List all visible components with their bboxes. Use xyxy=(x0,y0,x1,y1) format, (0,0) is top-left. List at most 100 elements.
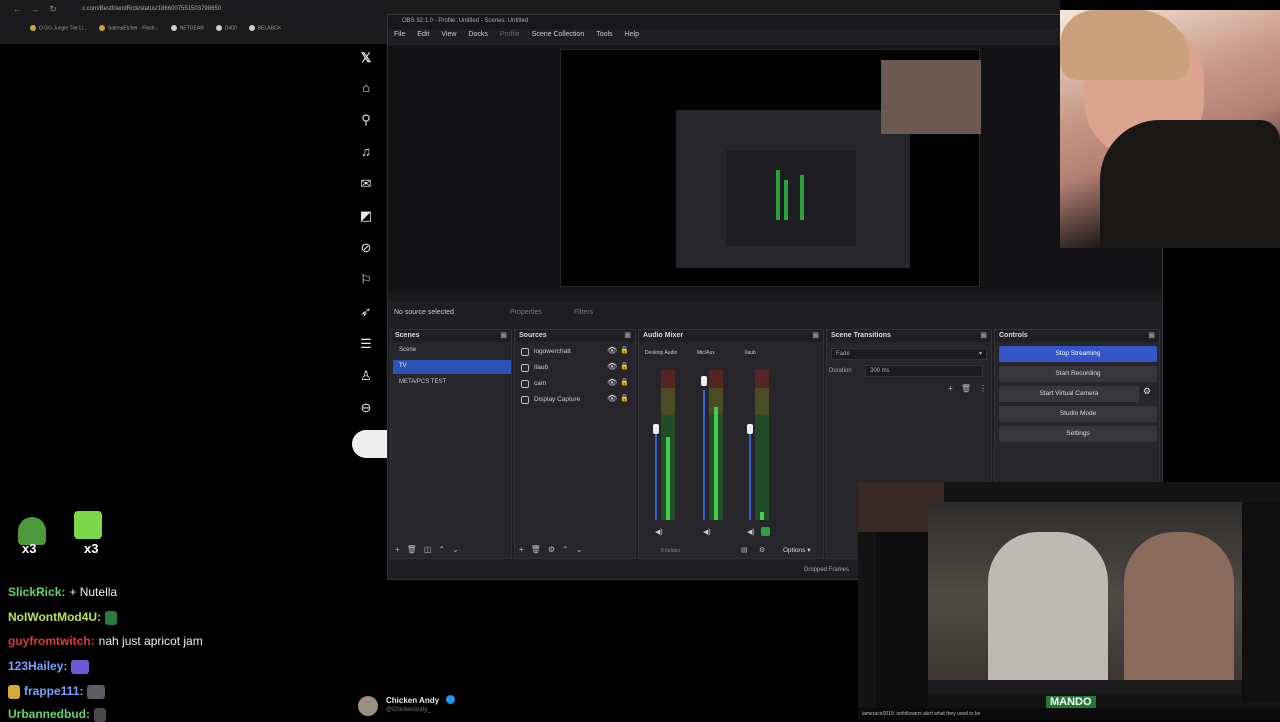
chevron-up-icon[interactable]: ⌃ xyxy=(562,545,569,554)
messages-icon[interactable]: ✉ xyxy=(358,176,374,192)
dock-float-icon[interactable]: ▣ xyxy=(624,331,631,339)
dock-float-icon[interactable]: ▣ xyxy=(980,331,987,339)
lock-icon[interactable]: 🔒 xyxy=(620,362,629,370)
menu-help[interactable]: Help xyxy=(625,31,639,43)
filters-button[interactable]: Filters xyxy=(574,309,593,316)
dock-float-icon[interactable]: ▣ xyxy=(1148,331,1155,339)
volume-fader[interactable] xyxy=(749,430,751,520)
fader-handle[interactable] xyxy=(747,424,753,434)
chat-username[interactable]: Urbannedbud: xyxy=(8,707,90,721)
program-preview[interactable] xyxy=(560,49,981,287)
author-name[interactable]: Chicken Andy xyxy=(386,696,439,705)
lists-icon[interactable]: ☰ xyxy=(358,336,374,352)
source-item[interactable]: logowerchatt 👁 🔒 xyxy=(519,346,633,360)
bookmark-item[interactable]: BELABOX xyxy=(248,24,281,31)
lock-icon[interactable]: 🔒 xyxy=(620,378,629,386)
tweet-author[interactable]: Chicken Andy @ChickenAndy_ xyxy=(358,694,498,718)
menu-scene-collection[interactable]: Scene Collection xyxy=(532,31,585,43)
search-icon[interactable]: ⚲ xyxy=(358,112,374,128)
sources-toolbar: + 🗑 ⚙ ⌃ ⌄ xyxy=(519,545,582,554)
chat-username[interactable]: 123Hailey: xyxy=(8,659,67,673)
speaker-icon[interactable]: ◀) xyxy=(655,528,663,536)
visibility-icon[interactable]: 👁 xyxy=(607,346,617,355)
nested-webcam xyxy=(881,60,981,134)
filter-icon[interactable]: ◫ xyxy=(424,545,432,554)
grok-icon[interactable]: ◩ xyxy=(358,208,374,224)
x-logo-icon[interactable]: 𝕏 xyxy=(358,50,374,66)
dock-float-icon[interactable]: ▣ xyxy=(500,331,507,339)
post-button[interactable] xyxy=(352,430,388,458)
scene-item[interactable]: META/PCS TEST xyxy=(393,376,511,390)
trash-icon[interactable]: 🗑 xyxy=(407,545,417,554)
stop-streaming-button[interactable]: Stop Streaming xyxy=(999,346,1157,362)
fader-handle[interactable] xyxy=(701,376,707,386)
lock-icon[interactable]: 🔒 xyxy=(620,346,629,354)
menu-docks[interactable]: Docks xyxy=(468,31,487,43)
bookmark-item[interactable]: NETGEAR xyxy=(170,24,204,31)
premium-icon[interactable]: ➶ xyxy=(358,304,374,320)
display-source-icon xyxy=(521,396,529,404)
menu-file[interactable]: File xyxy=(394,31,405,43)
trash-icon[interactable]: 🗑 xyxy=(531,545,541,554)
scene-item[interactable]: TV xyxy=(393,360,511,374)
bookmark-item[interactable]: D400 xyxy=(215,24,237,31)
address-bar[interactable]: x.com/BestfriendRick/status/186600755150… xyxy=(62,3,392,16)
speaker-icon[interactable]: ◀) xyxy=(703,528,711,536)
chat-username[interactable]: NoIWontMod4U: xyxy=(8,610,101,624)
start-recording-button[interactable]: Start Recording xyxy=(999,366,1157,382)
visibility-icon[interactable]: 👁 xyxy=(607,378,617,387)
add-icon[interactable]: + xyxy=(948,384,953,393)
mixer-menu-icon[interactable]: ▤ xyxy=(741,546,748,554)
chevron-down-icon[interactable]: ⌄ xyxy=(452,545,459,554)
volume-fader[interactable] xyxy=(655,430,657,520)
transition-toolbar: + 🗑 ⋮ xyxy=(948,384,987,393)
menu-edit[interactable]: Edit xyxy=(417,31,429,43)
mixer-options-button[interactable]: Options ▾ xyxy=(783,546,810,554)
settings-button[interactable]: Settings xyxy=(999,426,1157,442)
notifications-icon[interactable]: ♫ xyxy=(358,144,374,160)
chat-username[interactable]: frappe111: xyxy=(24,684,83,698)
reload-icon[interactable]: ↻ xyxy=(48,4,58,14)
chat-username[interactable]: SlickRick: xyxy=(8,585,65,599)
volume-fader[interactable] xyxy=(703,390,705,520)
visibility-icon[interactable]: 👁 xyxy=(607,394,617,403)
avatar[interactable] xyxy=(358,696,378,716)
chevron-up-icon[interactable]: ⌃ xyxy=(438,545,445,554)
add-icon[interactable]: + xyxy=(519,545,524,554)
chevron-down-icon[interactable]: ⌄ xyxy=(576,545,583,554)
duration-field[interactable]: 300 ms xyxy=(865,365,983,377)
source-item[interactable]: Display Capture 👁 🔒 xyxy=(519,394,633,408)
visibility-icon[interactable]: 👁 xyxy=(607,362,617,371)
forward-icon[interactable]: → xyxy=(30,4,40,14)
properties-button[interactable]: Properties xyxy=(510,309,542,316)
speaker-icon[interactable]: ◀) xyxy=(747,528,755,536)
back-icon[interactable]: ← xyxy=(12,4,22,14)
source-item[interactable]: cam 👁 🔒 xyxy=(519,378,633,392)
more-icon[interactable]: ⊖ xyxy=(358,400,374,416)
more-icon[interactable]: ⋮ xyxy=(979,384,987,393)
profile-icon[interactable]: ♙ xyxy=(358,368,374,384)
start-virtual-camera-button[interactable]: Start Virtual Camera xyxy=(999,386,1139,402)
trash-icon[interactable]: 🗑 xyxy=(961,384,971,393)
scene-item[interactable]: Scene xyxy=(393,344,511,358)
bookmark-item[interactable]: O.GG Jungle Tier Li... xyxy=(30,24,87,31)
menu-profile[interactable]: Profile xyxy=(500,31,520,43)
add-icon[interactable]: + xyxy=(395,545,400,554)
gear-icon[interactable]: ⚙ xyxy=(1143,386,1151,397)
menu-tools[interactable]: Tools xyxy=(596,31,612,43)
gear-icon[interactable]: ⚙ xyxy=(759,546,765,554)
bookmarks-icon[interactable]: ⚐ xyxy=(358,272,374,288)
home-icon[interactable]: ⌂ xyxy=(358,80,374,96)
monitor-toggle-icon[interactable] xyxy=(761,527,770,536)
bookmark-item[interactable]: balenaEtcher - Flash... xyxy=(99,24,159,31)
studio-mode-button[interactable]: Studio Mode xyxy=(999,406,1157,422)
transition-select[interactable]: Fade ▾ xyxy=(831,348,987,360)
fader-handle[interactable] xyxy=(653,424,659,434)
communities-icon[interactable]: ⊘ xyxy=(358,240,374,256)
dock-float-icon[interactable]: ▣ xyxy=(812,331,819,339)
gear-icon[interactable]: ⚙ xyxy=(548,545,555,554)
lock-icon[interactable]: 🔒 xyxy=(620,394,629,402)
menu-view[interactable]: View xyxy=(441,31,456,43)
source-item[interactable]: Ilaub 👁 🔒 xyxy=(519,362,633,376)
chat-username[interactable]: guyfromtwitch: xyxy=(8,634,95,648)
